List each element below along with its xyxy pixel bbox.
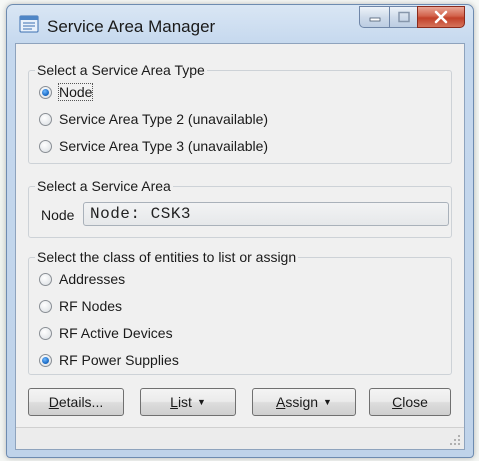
radio-button-selected[interactable]	[39, 85, 52, 99]
radio-label: Addresses	[59, 271, 126, 287]
service-area-manager-window: Service Area Manager Select a Service Ar…	[6, 4, 474, 458]
radio-label: RF Nodes	[59, 298, 123, 314]
radio-service-area-type-2[interactable]: Service Area Type 2 (unavailable)	[39, 111, 268, 127]
assign-button-label: ssign	[285, 394, 319, 410]
radio-rf-power-supplies[interactable]: RF Power Supplies	[39, 352, 179, 368]
radio-button[interactable]	[39, 326, 52, 340]
node-field-label: Node	[41, 207, 75, 223]
window-title: Service Area Manager	[47, 17, 216, 36]
close-button-label: lose	[402, 394, 428, 410]
maximize-icon	[397, 11, 410, 23]
service-area-legend: Select a Service Area	[35, 178, 173, 194]
radio-service-area-type-3[interactable]: Service Area Type 3 (unavailable)	[39, 138, 268, 154]
service-area-type-legend: Select a Service Area Type	[35, 62, 207, 78]
radio-node[interactable]: Node	[39, 83, 94, 101]
radio-label: Node	[57, 83, 94, 101]
radio-label: RF Power Supplies	[59, 352, 179, 368]
details-button[interactable]: Details...	[28, 388, 124, 416]
app-icon	[19, 15, 39, 33]
minimize-icon	[369, 17, 380, 22]
entity-class-legend: Select the class of entities to list or …	[35, 249, 299, 265]
radio-button[interactable]	[39, 139, 52, 153]
resize-grip-icon[interactable]	[449, 434, 461, 446]
assign-button-mnemonic: A	[276, 394, 286, 410]
details-button-mnemonic: D	[48, 394, 59, 410]
status-bar	[16, 427, 464, 449]
entity-class-group: Select the class of entities to list or …	[28, 249, 452, 375]
dropdown-arrow-icon: ▼	[323, 397, 332, 407]
close-window-button[interactable]	[417, 6, 465, 28]
maximize-button[interactable]	[389, 6, 417, 28]
radio-button[interactable]	[39, 299, 52, 313]
radio-button-selected[interactable]	[39, 353, 52, 367]
close-button[interactable]: Close	[369, 388, 451, 416]
dropdown-arrow-icon: ▼	[196, 397, 206, 407]
close-button-mnemonic: C	[392, 394, 403, 410]
radio-label: Service Area Type 2 (unavailable)	[59, 111, 269, 127]
title-bar[interactable]: Service Area Manager	[7, 5, 473, 43]
service-area-type-group: Select a Service Area Type Node Service …	[28, 62, 452, 164]
radio-label: RF Active Devices	[59, 325, 173, 341]
list-button[interactable]: List ▼	[140, 388, 236, 416]
list-button-mnemonic: L	[170, 394, 178, 410]
radio-rf-nodes[interactable]: RF Nodes	[39, 298, 122, 314]
node-value-field[interactable]: Node: CSK3	[83, 202, 449, 226]
caption-buttons	[359, 6, 465, 28]
radio-addresses[interactable]: Addresses	[39, 271, 125, 287]
service-area-group: Select a Service Area Node Node: CSK3	[28, 178, 452, 238]
dialog-client-area: Select a Service Area Type Node Service …	[15, 43, 465, 450]
radio-button[interactable]	[39, 272, 52, 286]
close-icon	[434, 10, 448, 24]
list-button-label: ist	[177, 394, 192, 410]
radio-button[interactable]	[39, 112, 52, 126]
details-button-label: etails...	[58, 394, 104, 410]
assign-button[interactable]: Assign ▼	[252, 388, 356, 416]
radio-rf-active-devices[interactable]: RF Active Devices	[39, 325, 173, 341]
radio-label: Service Area Type 3 (unavailable)	[59, 138, 269, 154]
minimize-button[interactable]	[359, 6, 389, 28]
